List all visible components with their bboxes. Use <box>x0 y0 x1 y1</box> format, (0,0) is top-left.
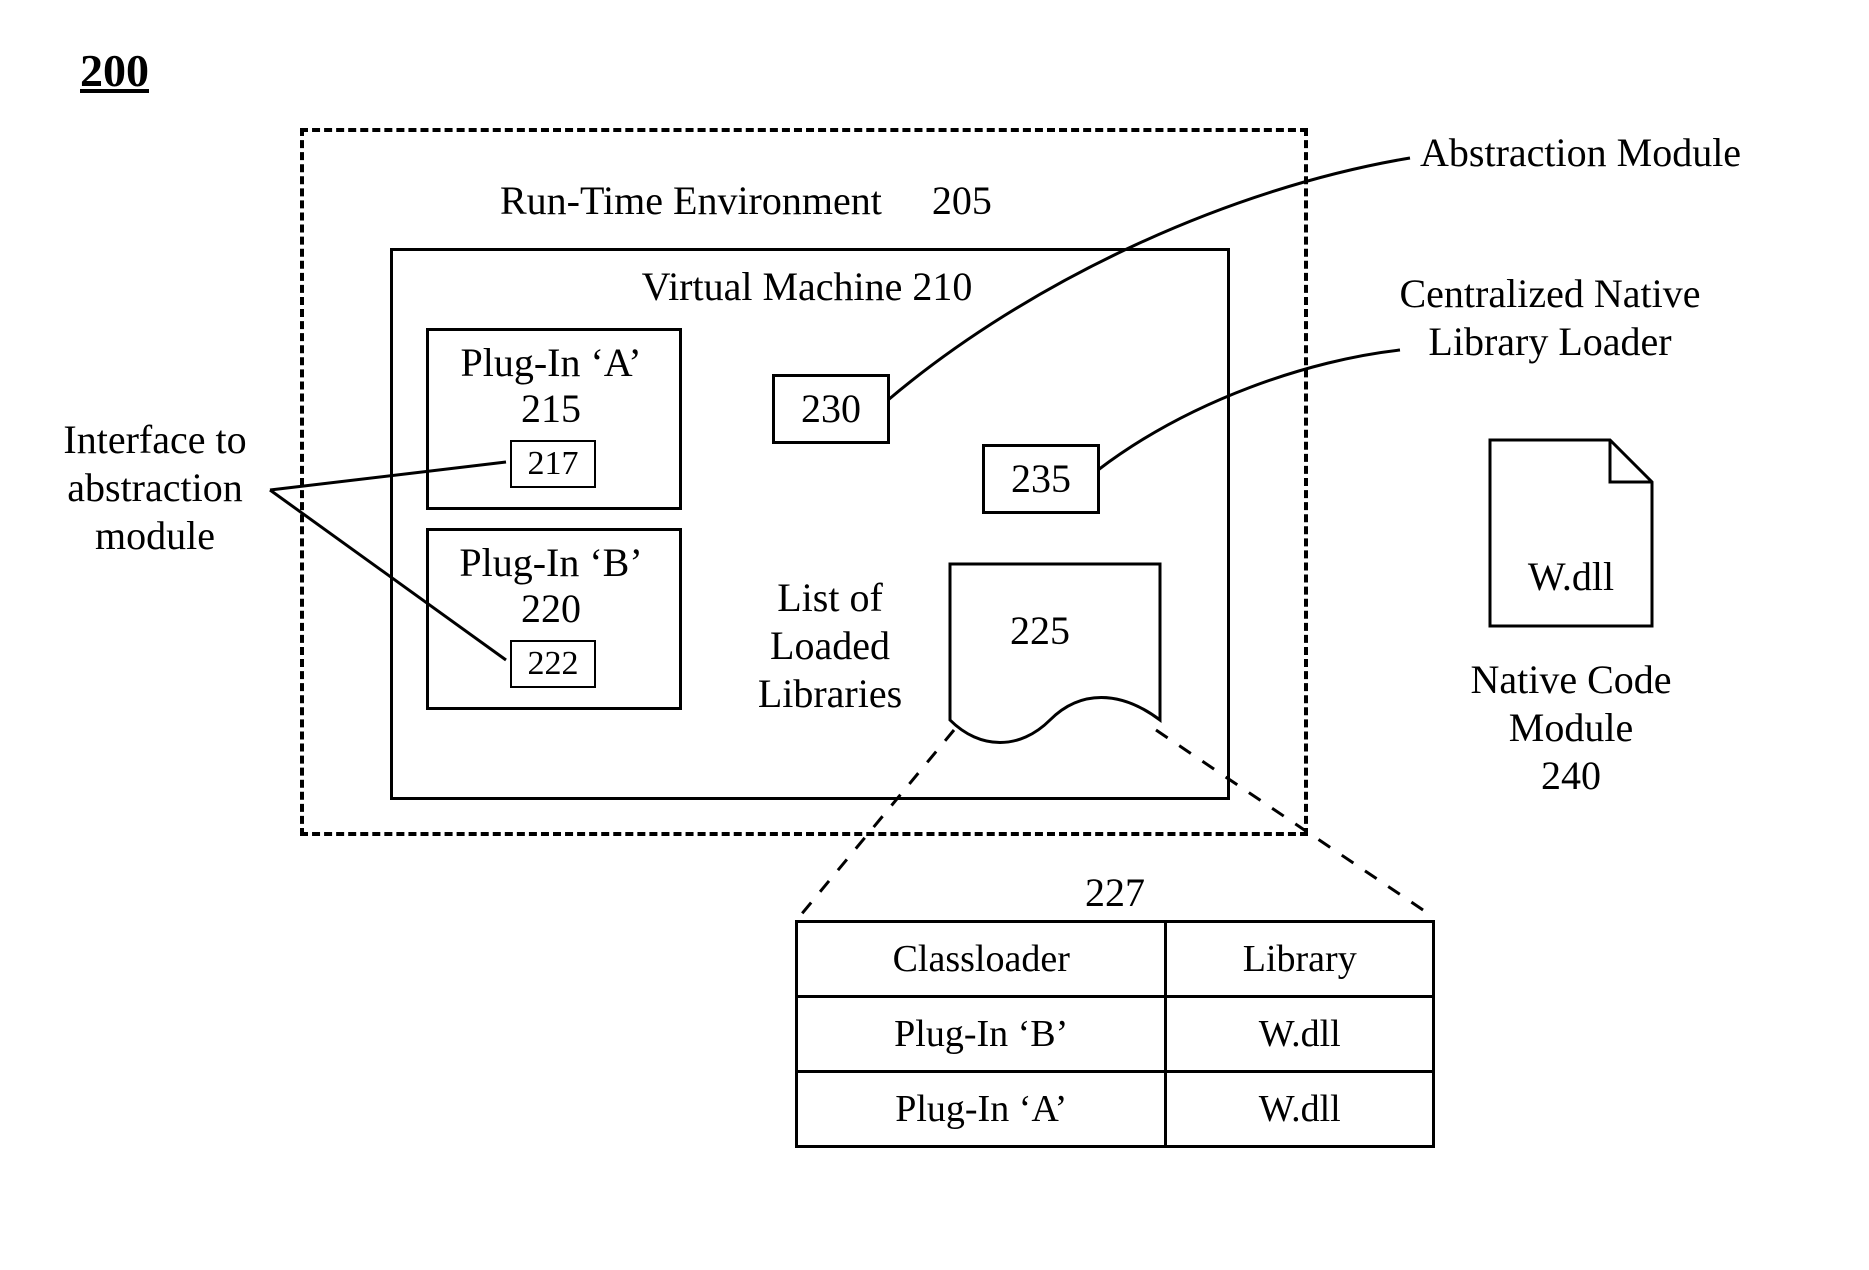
table-ref: 227 <box>795 870 1435 916</box>
native-module-l1: Native Code <box>1456 656 1686 704</box>
plugin-a-label: Plug-In ‘A’ <box>426 340 676 386</box>
native-code-module-label: Native Code Module 240 <box>1456 656 1686 800</box>
list-label-line3: Libraries <box>740 670 920 718</box>
vm-ref: 210 <box>912 264 972 309</box>
box-225-ref: 225 <box>1010 608 1070 654</box>
figure-number: 200 <box>80 45 149 98</box>
table-r1c2: W.dll <box>1166 997 1434 1072</box>
plugin-b-label: Plug-In ‘B’ <box>426 540 676 586</box>
list-label-line2: Loaded <box>740 622 920 670</box>
callout-abstraction-module: Abstraction Module <box>1420 130 1741 176</box>
runtime-env-label: Run-Time Environment 205 <box>500 178 992 224</box>
runtime-env-ref: 205 <box>932 178 992 223</box>
table-r2c2: W.dll <box>1166 1072 1434 1147</box>
callout-centralized-l2: Library Loader <box>1370 318 1730 366</box>
callout-left-l1: Interface to <box>40 416 270 464</box>
list-label: List of Loaded Libraries <box>740 574 920 718</box>
plugin-b-ref: 220 <box>426 586 676 632</box>
file-label: W.dll <box>1486 554 1656 600</box>
callout-left: Interface to abstraction module <box>40 416 270 560</box>
box-230: 230 <box>772 374 890 444</box>
box-235: 235 <box>982 444 1100 514</box>
table-header-classloader: Classloader <box>797 922 1166 997</box>
callout-centralized-loader: Centralized Native Library Loader <box>1370 270 1730 366</box>
plugin-b-inner-box: 222 <box>510 640 596 688</box>
table-227: Classloader Library Plug-In ‘B’ W.dll Pl… <box>795 920 1435 1148</box>
callout-left-l3: module <box>40 512 270 560</box>
list-label-line1: List of <box>740 574 920 622</box>
callout-centralized-l1: Centralized Native <box>1370 270 1730 318</box>
plugin-a-inner-box: 217 <box>510 440 596 488</box>
runtime-env-text: Run-Time Environment <box>500 178 882 223</box>
table-header-library: Library <box>1166 922 1434 997</box>
native-module-ref: 240 <box>1456 752 1686 800</box>
vm-label: Virtual Machine 210 <box>390 264 1224 310</box>
vm-text: Virtual Machine <box>642 264 903 309</box>
plugin-a-ref: 215 <box>426 386 676 432</box>
callout-left-l2: abstraction <box>40 464 270 512</box>
table-r1c1: Plug-In ‘B’ <box>797 997 1166 1072</box>
table-r2c1: Plug-In ‘A’ <box>797 1072 1166 1147</box>
native-module-l2: Module <box>1456 704 1686 752</box>
